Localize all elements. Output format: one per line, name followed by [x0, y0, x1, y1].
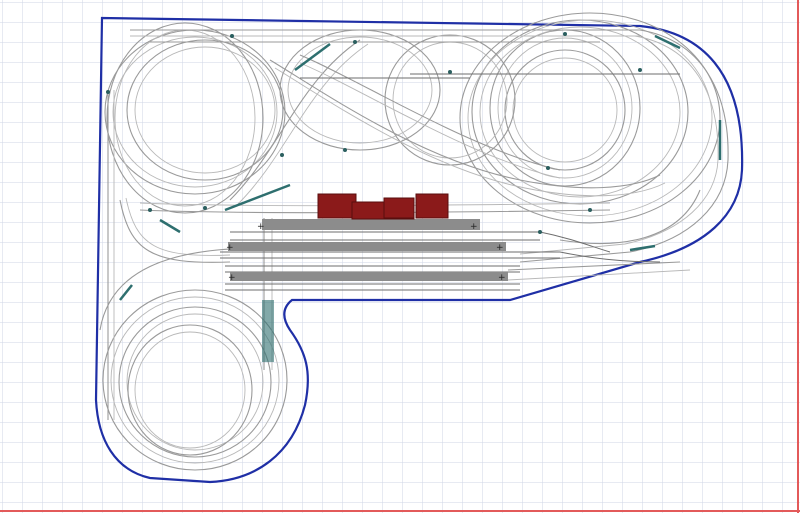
platform-middle	[228, 242, 506, 251]
svg-text:+: +	[226, 243, 234, 253]
layout-plan-canvas: + + + + + +	[0, 0, 800, 513]
platforms: + + + + + +	[226, 219, 508, 283]
platform-lower	[230, 272, 508, 281]
platform-upper	[262, 219, 480, 230]
svg-text:+: +	[470, 222, 478, 232]
svg-text:+: +	[498, 273, 506, 283]
svg-text:+: +	[496, 243, 504, 253]
svg-text:+: +	[257, 222, 265, 232]
track-plan-drawing: + + + + + +	[0, 0, 800, 513]
svg-text:+: +	[228, 273, 236, 283]
